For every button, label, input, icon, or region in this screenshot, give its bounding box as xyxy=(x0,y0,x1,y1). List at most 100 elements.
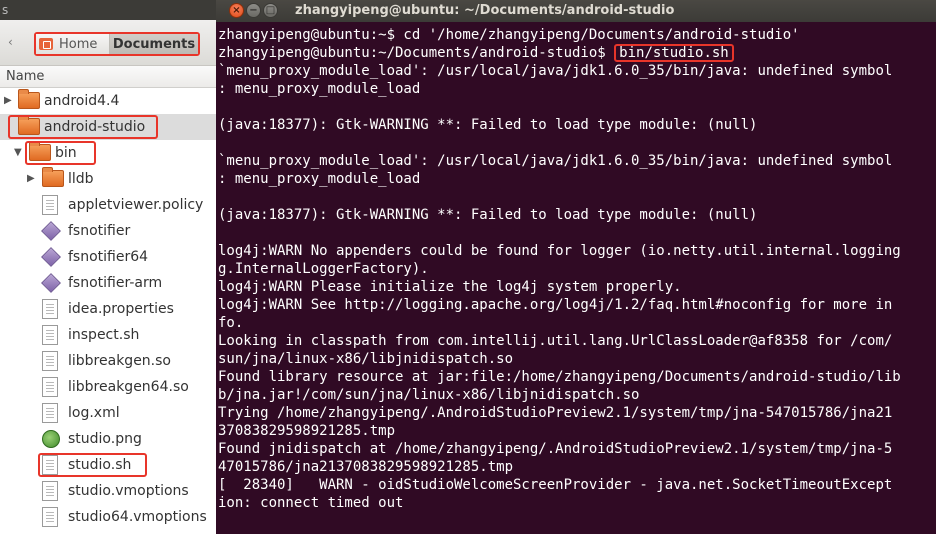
breadcrumb-home-button[interactable]: Home xyxy=(36,34,110,54)
file-tree-item-label: libbreakgen.so xyxy=(68,353,171,369)
collapsed-arrow-icon[interactable]: ▶ xyxy=(27,173,35,185)
breadcrumb-home-label: Home xyxy=(59,36,98,52)
terminal-output-line: (java:18377): Gtk-WARNING **: Failed to … xyxy=(218,207,758,223)
file-tree-item-label: fsnotifier-arm xyxy=(68,275,163,291)
text-file-icon xyxy=(42,195,58,215)
file-tree-row[interactable]: studio64.vmoptions xyxy=(0,504,216,530)
executable-icon xyxy=(41,273,61,293)
breadcrumb-documents-button[interactable]: Documents xyxy=(110,34,198,54)
file-tree-row[interactable]: libbreakgen.so xyxy=(0,348,216,374)
file-tree-item-label: fsnotifier xyxy=(68,223,131,239)
file-manager-top-strip: s xyxy=(0,0,216,20)
file-manager-toolbar: ‹ Home Documents xyxy=(0,20,216,66)
file-tree-item-label: fsnotifier64 xyxy=(68,249,149,265)
file-tree-row[interactable]: idea.properties xyxy=(0,296,216,322)
home-folder-icon xyxy=(39,38,53,50)
file-tree-row[interactable]: android-studio xyxy=(0,114,216,140)
terminal-titlebar: × − □ zhangyipeng@ubuntu: ~/Documents/an… xyxy=(216,0,936,22)
file-tree-row[interactable]: log.xml xyxy=(0,400,216,426)
back-arrow-icon[interactable]: ‹ xyxy=(8,34,13,50)
close-window-icon[interactable]: × xyxy=(229,3,244,18)
terminal-command-highlight: bin/studio.sh xyxy=(614,44,734,62)
file-tree-row[interactable]: fsnotifier64 xyxy=(0,244,216,270)
file-tree-row[interactable]: fsnotifier xyxy=(0,218,216,244)
text-file-icon xyxy=(42,325,58,345)
terminal-output-line: fo. xyxy=(218,315,244,331)
breadcrumb-documents-label: Documents xyxy=(112,36,196,52)
terminal-output-line: 37083829598921285.tmp xyxy=(218,423,396,439)
terminal-output-line: log4j:WARN See http://logging.apache.org… xyxy=(218,297,893,313)
terminal-output-line: : menu_proxy_module_load xyxy=(218,171,421,187)
highlight-box xyxy=(8,115,158,139)
terminal-output-line: [ 28340] WARN - oidStudioWelcomeScreenPr… xyxy=(218,477,893,493)
name-column-header-label: Name xyxy=(6,69,45,84)
terminal-output[interactable]: zhangyipeng@ubuntu:~$ cd '/home/zhangyip… xyxy=(218,26,936,512)
file-tree-item-label: android4.4 xyxy=(44,93,120,109)
terminal-title: zhangyipeng@ubuntu: ~/Documents/android-… xyxy=(295,3,675,18)
text-file-icon xyxy=(42,403,58,423)
text-file-icon xyxy=(42,377,58,397)
terminal-output-line: sun/jna/linux-x86/libjnidispatch.so xyxy=(218,351,514,367)
folder-icon xyxy=(42,167,64,187)
text-file-icon xyxy=(42,299,58,319)
file-tree-row[interactable]: ▶ lldb xyxy=(0,166,216,192)
maximize-window-icon[interactable]: □ xyxy=(263,3,278,18)
terminal-output-line: zhangyipeng@ubuntu:~$ cd '/home/zhangyip… xyxy=(218,27,800,43)
file-tree-row[interactable]: studio.png xyxy=(0,426,216,452)
terminal-output-line: `menu_proxy_module_load': /usr/local/jav… xyxy=(218,153,893,169)
file-tree-item-label: lldb xyxy=(68,171,94,187)
file-tree-row[interactable]: appletviewer.policy xyxy=(0,192,216,218)
file-tree-row[interactable]: ▼ bin xyxy=(0,140,216,166)
terminal-output-line: 47015786/jna2137083829598921285.tmp xyxy=(218,459,514,475)
name-column-header[interactable]: Name xyxy=(0,66,216,88)
terminal-output-line: ion: connect timed out xyxy=(218,495,404,511)
file-tree-item-label: log.xml xyxy=(68,405,120,421)
highlight-box xyxy=(25,141,96,165)
terminal-output-line: `menu_proxy_module_load': /usr/local/jav… xyxy=(218,63,893,79)
executable-icon xyxy=(41,247,61,267)
file-tree-item-label: libbreakgen64.so xyxy=(68,379,189,395)
collapsed-arrow-icon[interactable]: ▶ xyxy=(4,95,12,107)
file-tree-row[interactable]: studio.vmoptions xyxy=(0,478,216,504)
terminal-output-line: (java:18377): Gtk-WARNING **: Failed to … xyxy=(218,117,758,133)
file-manager-top-strip-text: s xyxy=(2,3,9,17)
file-tree-item-label: studio64.vmoptions xyxy=(68,509,207,525)
terminal-output-line: Looking in classpath from com.intellij.u… xyxy=(218,333,893,349)
file-tree-row[interactable]: inspect.sh xyxy=(0,322,216,348)
file-tree-row[interactable]: studio.sh xyxy=(0,452,216,478)
terminal-output-line: log4j:WARN Please initialize the log4j s… xyxy=(218,279,682,295)
folder-icon xyxy=(18,89,40,109)
text-file-icon xyxy=(42,507,58,527)
terminal-output-line: : menu_proxy_module_load xyxy=(218,81,421,97)
terminal-output-line: Found library resource at jar:file:/home… xyxy=(218,369,901,385)
file-manager-pane: s ‹ Home Documents Name ▶ android4.4 andro… xyxy=(0,0,216,534)
terminal-output-line: log4j:WARN No appenders could be found f… xyxy=(218,243,901,259)
minimize-window-icon[interactable]: − xyxy=(246,3,261,18)
terminal-output-line: b/jna.jar!/com/sun/jna/linux-x86/libjnid… xyxy=(218,387,640,403)
terminal-command-line: zhangyipeng@ubuntu:~/Documents/android-s… xyxy=(218,44,936,62)
executable-icon xyxy=(41,221,61,241)
file-tree-row[interactable]: libbreakgen64.so xyxy=(0,374,216,400)
text-file-icon xyxy=(42,481,58,501)
highlight-box xyxy=(38,453,147,477)
file-tree-item-label: inspect.sh xyxy=(68,327,140,343)
file-tree-row[interactable]: fsnotifier-arm xyxy=(0,270,216,296)
breadcrumb: Home Documents xyxy=(34,32,200,56)
file-tree-item-label: studio.png xyxy=(68,431,142,447)
terminal-output-line: Found jnidispatch at /home/zhangyipeng/.… xyxy=(218,441,893,457)
terminal-prompt: zhangyipeng@ubuntu:~/Documents/android-s… xyxy=(218,45,615,61)
terminal-output-line: g.InternalLoggerFactory). xyxy=(218,261,429,277)
terminal-output-line: Trying /home/zhangyipeng/.AndroidStudioP… xyxy=(218,405,893,421)
text-file-icon xyxy=(42,351,58,371)
file-tree-row[interactable]: ▶ android4.4 xyxy=(0,88,216,114)
image-file-icon xyxy=(42,430,60,448)
file-tree-item-label: studio.vmoptions xyxy=(68,483,189,499)
file-tree-item-label: idea.properties xyxy=(68,301,174,317)
expanded-arrow-icon[interactable]: ▼ xyxy=(14,147,22,159)
terminal-window: × − □ zhangyipeng@ubuntu: ~/Documents/an… xyxy=(216,0,936,534)
file-tree-item-label: appletviewer.policy xyxy=(68,197,204,213)
